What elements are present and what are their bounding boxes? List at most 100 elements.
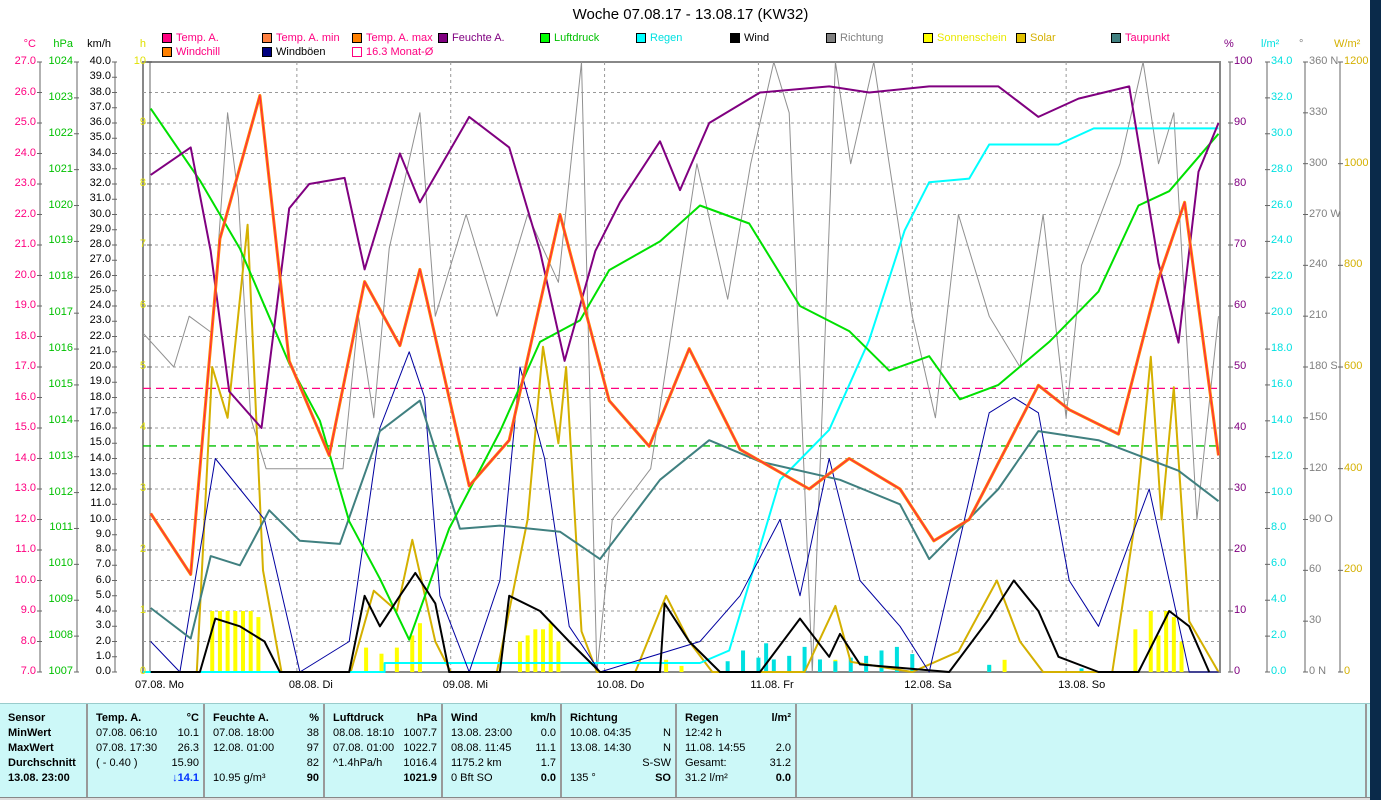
cell-label: 12.08. 01:00 bbox=[213, 742, 275, 754]
temp-axis-tick: 23.0 bbox=[14, 177, 36, 189]
table-row: ↓14.1 bbox=[96, 771, 199, 786]
header-label: Temp. A. bbox=[96, 712, 142, 724]
press-axis-tick: 1015 bbox=[48, 377, 73, 390]
cell-label: ^1.4hPa/h bbox=[333, 757, 383, 769]
rain-axis-tick: 16.0 bbox=[1271, 377, 1293, 390]
sun-axis-tick: 1 bbox=[139, 604, 146, 616]
wind-axis-tick: 29.0 bbox=[89, 222, 111, 235]
press-axis-tick: 1013 bbox=[48, 449, 73, 462]
legend-item: Feuchte A. bbox=[438, 32, 505, 44]
temp-axis-tick: 27.0 bbox=[14, 55, 36, 67]
solar-axis-tick: 1000 bbox=[1344, 156, 1369, 169]
header-unit: °C bbox=[186, 712, 199, 724]
legend-label: Wind bbox=[744, 32, 770, 44]
wind-axis-tick: 33.0 bbox=[89, 161, 111, 174]
dir-axis-tick: 300 bbox=[1309, 156, 1328, 169]
sunshine-bar bbox=[1171, 617, 1176, 672]
press-axis-tick: 1017 bbox=[48, 306, 73, 319]
temp-axis-tick: 26.0 bbox=[14, 85, 36, 98]
table-row: 07.08. 01:00 1022.7 bbox=[333, 741, 437, 756]
table-row: 82 bbox=[213, 756, 319, 771]
sunshine-bar bbox=[517, 641, 522, 672]
solar-axis-tick: 400 bbox=[1344, 461, 1363, 474]
cell-label: ( - 0.40 ) bbox=[96, 757, 138, 769]
hum-axis-tick: 10 bbox=[1234, 604, 1247, 616]
sunshine-bar bbox=[225, 611, 230, 672]
solar-axis-tick: 200 bbox=[1344, 563, 1363, 576]
press-axis-tick: 1021 bbox=[48, 162, 73, 175]
cell-label: 07.08. 01:00 bbox=[333, 742, 395, 754]
dir-axis-tick: 180 S bbox=[1309, 360, 1338, 372]
press-axis-tick: 1008 bbox=[48, 629, 73, 642]
sun-axis-tick: 7 bbox=[139, 238, 146, 250]
cell-value: 31.2 bbox=[769, 757, 791, 769]
header-label: Sensor bbox=[8, 712, 46, 724]
table-column: Temp. A. °C 07.08. 06:10 10.1 07.08. 17:30 26… bbox=[88, 704, 205, 798]
rain-bar bbox=[987, 664, 992, 672]
dir-axis-tick: 330 bbox=[1309, 105, 1328, 118]
wind-axis-tick: 24.0 bbox=[89, 299, 111, 311]
wind-axis-tick: 23.0 bbox=[89, 314, 111, 327]
cell-label: 1175.2 km bbox=[451, 757, 502, 769]
solar-axis-tick: 1200 bbox=[1344, 55, 1369, 67]
legend-item: Windchill bbox=[162, 46, 220, 58]
cell-label: 11.08. 14:55 bbox=[685, 742, 746, 754]
cell-value: N bbox=[663, 727, 671, 739]
table-row: MaxWert bbox=[8, 741, 82, 756]
cell-value: 1.7 bbox=[540, 757, 556, 769]
legend-swatch bbox=[352, 33, 362, 43]
dir-axis-tick: 270 W bbox=[1309, 207, 1341, 220]
table-row: 07.08. 18:00 38 bbox=[213, 726, 319, 741]
table-row: 12.08. 01:00 97 bbox=[213, 741, 319, 756]
table-row: Gesamt: 31.2 bbox=[685, 756, 791, 771]
weather-chart bbox=[37, 61, 1343, 673]
wind-axis-tick: 2.0 bbox=[95, 634, 111, 647]
statistics-table: Sensor MinWert MaxWert Durchschnitt 13.08. 2… bbox=[0, 703, 1370, 798]
press-axis-tick: 1012 bbox=[48, 485, 73, 498]
header-unit: % bbox=[309, 712, 319, 724]
sunshine-bar bbox=[233, 611, 238, 672]
sunshine-bar bbox=[679, 665, 684, 672]
dir-axis-tick: 30 bbox=[1309, 614, 1322, 627]
cell-label: Gesamt: bbox=[685, 757, 727, 769]
table-row: 31.2 l/m² 0.0 bbox=[685, 771, 791, 786]
press-axis-tick: 1016 bbox=[48, 342, 73, 355]
wind-axis-tick: 20.0 bbox=[89, 360, 111, 372]
cell-value: 97 bbox=[306, 742, 319, 754]
sunshine-bar bbox=[1133, 629, 1138, 672]
legend-swatch bbox=[1111, 33, 1121, 43]
hum-axis-tick: 60 bbox=[1234, 299, 1247, 311]
press-axis-tick: 1010 bbox=[48, 557, 73, 570]
hum-axis-tick: 70 bbox=[1234, 238, 1247, 250]
temp-axis-tick: 20.0 bbox=[14, 268, 36, 281]
legend-label: Temp. A. bbox=[176, 32, 219, 44]
sunshine-bar bbox=[556, 641, 561, 672]
wind-axis-tick: 26.0 bbox=[89, 268, 111, 281]
cell-value: 0.0 bbox=[775, 772, 791, 784]
sun-axis-unit: h bbox=[139, 38, 146, 50]
rain-axis-tick: 30.0 bbox=[1271, 126, 1293, 139]
header-unit: km/h bbox=[530, 712, 556, 724]
legend-swatch bbox=[923, 33, 933, 43]
temp-axis-tick: 12.0 bbox=[14, 512, 36, 525]
cell-value: 1007.7 bbox=[403, 727, 437, 739]
column-header: Richtung bbox=[570, 711, 671, 726]
press-axis-tick: 1011 bbox=[49, 521, 73, 534]
sunshine-bar bbox=[410, 635, 415, 672]
cell-value: 1016.4 bbox=[403, 757, 437, 769]
temp-axis-unit: °C bbox=[23, 38, 36, 50]
legend-item: Solar bbox=[1016, 32, 1056, 44]
header-unit: l/m² bbox=[771, 712, 791, 724]
cell-label: 13.08. 23:00 bbox=[8, 772, 70, 784]
header-label: Richtung bbox=[570, 712, 618, 724]
legend-swatch bbox=[262, 33, 272, 43]
legend-swatch bbox=[730, 33, 740, 43]
legend-label: Windböen bbox=[276, 46, 326, 58]
column-header: Luftdruck hPa bbox=[333, 711, 437, 726]
temp-axis-tick: 9.0 bbox=[20, 604, 36, 616]
sunshine-bar bbox=[1156, 635, 1161, 672]
press-axis-tick: 1024 bbox=[48, 55, 73, 67]
sunshine-bar bbox=[525, 635, 530, 672]
wind-axis-tick: 18.0 bbox=[89, 390, 111, 403]
rain-bar bbox=[725, 661, 730, 672]
